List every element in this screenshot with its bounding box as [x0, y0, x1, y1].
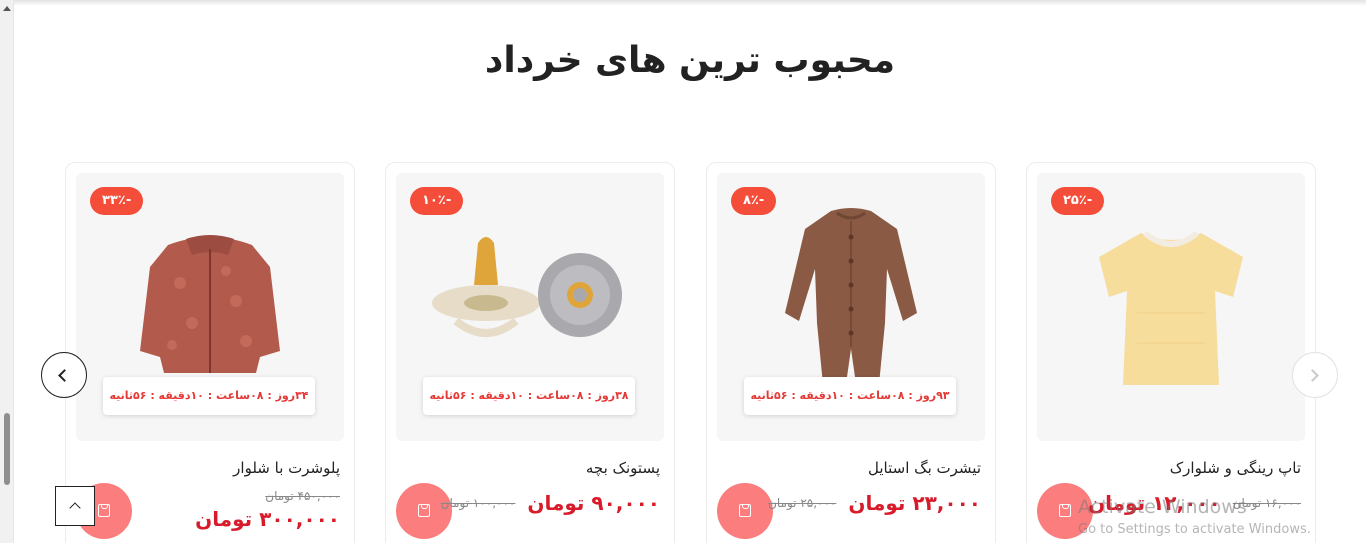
- product-card[interactable]: -۱۰٪ ۳۸روز : ۰۸ساعت : ۱۰دقیقه : ۵۶ثانیه …: [385, 162, 675, 543]
- shopping-bag-icon: [739, 504, 751, 517]
- old-price: ۲۵,۰۰۰ تومان: [768, 496, 837, 510]
- product-name[interactable]: پلوشرت با شلوار: [233, 459, 340, 477]
- price: ۲۳,۰۰۰ تومان: [848, 491, 981, 515]
- countdown-timer: ۳۸روز : ۰۸ساعت : ۱۰دقیقه : ۵۶ثانیه: [423, 377, 635, 415]
- activate-windows-watermark: Activate Windows Go to Settings to activ…: [1078, 496, 1311, 537]
- carousel-prev-button[interactable]: [41, 352, 87, 398]
- watermark-title: Activate Windows: [1078, 496, 1247, 518]
- price-block: ۹۰,۰۰۰ تومان ۱۰۰,۰۰۰ تومان: [441, 491, 660, 515]
- page: محبوب ترین های خرداد -۳۳٪ ۳۴روز : ۰۸ساعت…: [0, 0, 1366, 543]
- chevron-right-icon: [1306, 369, 1319, 382]
- countdown-timer: ۳۴روز : ۰۸ساعت : ۱۰دقیقه : ۵۶ثانیه: [103, 377, 315, 415]
- shopping-bag-icon: [1059, 504, 1071, 517]
- product-name[interactable]: تیشرت بگ استایل: [868, 459, 981, 477]
- add-to-cart-button[interactable]: [717, 483, 773, 539]
- price-block: ۴۵۰,۰۰۰ تومان ۳۰۰,۰۰۰ تومان: [195, 489, 340, 531]
- discount-badge: -۱۰٪: [410, 187, 464, 215]
- product-card[interactable]: -۸٪ ۹۳روز : ۰۸ساعت : ۱۰دقیقه : ۵۶ثانیه ت…: [706, 162, 996, 543]
- product-image[interactable]: -۲۵٪: [1037, 173, 1305, 441]
- section-title: محبوب ترین های خرداد: [484, 40, 896, 81]
- product-image[interactable]: -۸٪ ۹۳روز : ۰۸ساعت : ۱۰دقیقه : ۵۶ثانیه: [717, 173, 985, 441]
- product-image[interactable]: -۳۳٪ ۳۴روز : ۰۸ساعت : ۱۰دقیقه : ۵۶ثانیه: [76, 173, 344, 441]
- price-block: ۲۳,۰۰۰ تومان ۲۵,۰۰۰ تومان: [768, 491, 981, 515]
- scroll-up-arrow-icon[interactable]: [3, 6, 11, 11]
- carousel-next-button[interactable]: [1292, 352, 1338, 398]
- discount-badge: -۲۵٪: [1051, 187, 1105, 215]
- product-name[interactable]: تاپ رینگی و شلوارک: [1170, 459, 1301, 477]
- shopping-bag-icon: [98, 504, 110, 517]
- product-name[interactable]: پستونک بچه: [586, 459, 660, 477]
- discount-badge: -۸٪: [731, 187, 777, 215]
- product-card[interactable]: -۲۵٪ تاپ رینگی و شلوارک ۱۶,۰۰۰ تومان ۱۲,…: [1026, 162, 1316, 543]
- countdown-timer: ۹۳روز : ۰۸ساعت : ۱۰دقیقه : ۵۶ثانیه: [744, 377, 956, 415]
- chevron-up-icon: [69, 502, 81, 514]
- product-image[interactable]: -۱۰٪ ۳۸روز : ۰۸ساعت : ۱۰دقیقه : ۵۶ثانیه: [396, 173, 664, 441]
- price: ۳۰۰,۰۰۰ تومان: [195, 507, 340, 531]
- product-card[interactable]: -۳۳٪ ۳۴روز : ۰۸ساعت : ۱۰دقیقه : ۵۶ثانیه …: [65, 162, 355, 543]
- scrollbar[interactable]: [0, 0, 14, 543]
- price: ۹۰,۰۰۰ تومان: [527, 491, 660, 515]
- discount-badge: -۳۳٪: [90, 187, 144, 215]
- old-price: ۴۵۰,۰۰۰ تومان: [265, 489, 340, 503]
- back-to-top-button[interactable]: [55, 486, 95, 526]
- shopping-bag-icon: [418, 504, 430, 517]
- watermark-subtitle: Go to Settings to activate Windows.: [1078, 522, 1311, 537]
- chevron-left-icon: [58, 369, 71, 382]
- old-price: ۱۰۰,۰۰۰ تومان: [440, 496, 516, 510]
- scroll-thumb[interactable]: [4, 413, 10, 485]
- header-shadow: [14, 0, 1366, 6]
